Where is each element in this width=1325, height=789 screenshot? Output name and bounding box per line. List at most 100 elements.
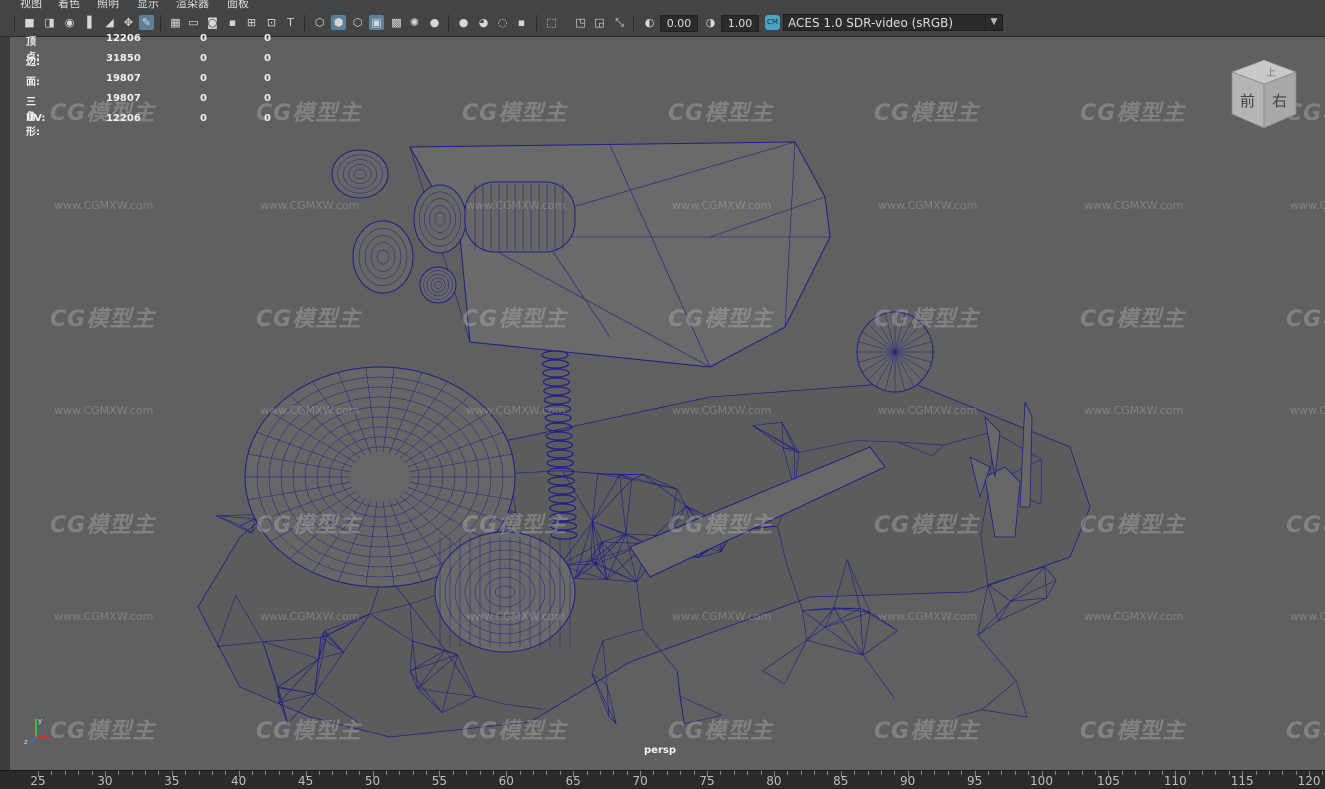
- menu-show[interactable]: 显示: [137, 0, 159, 9]
- xray-joints-icon[interactable]: ◲: [592, 15, 607, 30]
- hud-value: 19807: [106, 73, 141, 84]
- view-cube-top-label: 上: [1266, 67, 1276, 79]
- ruler-tick: [65, 771, 66, 775]
- ruler-tick: [185, 771, 186, 775]
- menu-renderer[interactable]: 渲染器: [176, 0, 209, 9]
- ruler-tick: [105, 771, 106, 777]
- safe-action-icon[interactable]: ⊡: [264, 15, 279, 30]
- menu-lighting[interactable]: 照明: [97, 0, 119, 9]
- bookmark-camera-icon[interactable]: ◉: [62, 15, 77, 30]
- wireframe-icon[interactable]: ⬡: [312, 15, 327, 30]
- ruler-tick: [573, 771, 574, 777]
- color-space-value: ACES 1.0 SDR-video (sRGB): [788, 16, 953, 30]
- watermark-url: www.CGMXW.com: [878, 199, 977, 212]
- color-management-icon[interactable]: CM: [765, 15, 780, 30]
- ruler-tick: [680, 771, 681, 775]
- exposure-icon[interactable]: ◐: [642, 15, 657, 30]
- anti-aliasing-icon[interactable]: ◌: [495, 15, 510, 30]
- watermark-url: www.CGMXW.com: [1084, 404, 1183, 417]
- exposure-field[interactable]: 0.00: [660, 15, 698, 32]
- wireframe-on-shaded-icon[interactable]: ⬡: [350, 15, 365, 30]
- hud-value: 12206: [106, 113, 141, 124]
- screen-space-ao-icon[interactable]: ●: [456, 15, 471, 30]
- xray-icon[interactable]: ◳: [573, 15, 588, 30]
- ruler-tick: [466, 771, 467, 775]
- time-slider-ruler[interactable]: 2530354045505560657075808590951001051101…: [0, 770, 1325, 789]
- smooth-shade-icon[interactable]: ⬢: [331, 15, 346, 30]
- ruler-tick: [1042, 771, 1043, 777]
- watermark-logo: CG模型主: [668, 95, 773, 127]
- film-gate-icon[interactable]: ▭: [186, 15, 201, 30]
- panel-menu-bar: 视图 着色 照明 显示 渲染器 面板: [0, 0, 1325, 9]
- ruler-tick: [587, 771, 588, 775]
- perspective-viewport[interactable]: CG模型主CG模型主CG模型主CG模型主CG模型主CG模型主CG模型主CG模型主…: [10, 37, 1325, 770]
- grease-pencil-icon[interactable]: ✎: [139, 15, 154, 30]
- pipe-left: [332, 150, 388, 198]
- isolate-select-icon[interactable]: ⬚: [544, 15, 559, 30]
- hud-value: 0: [264, 113, 271, 124]
- safe-title-icon[interactable]: T: [283, 15, 298, 30]
- menu-panels[interactable]: 面板: [227, 0, 249, 9]
- axis-y-label: y: [38, 717, 42, 725]
- default-material-icon[interactable]: ▣: [369, 15, 384, 30]
- watermark-url: www.CGMXW.com: [1290, 404, 1325, 417]
- gate-mask-icon[interactable]: ▪: [225, 15, 240, 30]
- color-space-select[interactable]: ACES 1.0 SDR-video (sRGB) ▼: [783, 14, 1003, 31]
- motion-blur-icon[interactable]: ◕: [476, 15, 491, 30]
- menu-shading[interactable]: 着色: [58, 0, 80, 9]
- watermark-url: www.CGMXW.com: [672, 199, 771, 212]
- watermark-url: www.CGMXW.com: [54, 404, 153, 417]
- backface-icon[interactable]: ⤡: [612, 15, 627, 30]
- ruler-tick: [975, 771, 976, 777]
- ruler-tick: [640, 771, 641, 777]
- toolbar-divider: [633, 15, 634, 31]
- shadows-icon[interactable]: ●: [427, 15, 442, 30]
- move-tool-icon[interactable]: ✥: [121, 15, 136, 30]
- watermark-logo: CG模型主: [668, 301, 773, 333]
- ruler-tick: [1229, 771, 1230, 775]
- ruler-tick: [948, 771, 949, 775]
- ruler-tick: [1082, 771, 1083, 775]
- ruler-tick: [694, 771, 695, 775]
- watermark-logo: CG模型主: [256, 507, 361, 539]
- hud-value: 0: [200, 113, 207, 124]
- ruler-tick: [868, 771, 869, 775]
- image-plane-icon[interactable]: ◢: [102, 15, 117, 30]
- watermark-url: www.CGMXW.com: [260, 199, 359, 212]
- ruler-tick: [1095, 771, 1096, 775]
- use-lights-icon[interactable]: ✺: [407, 15, 422, 30]
- textured-icon[interactable]: ▩: [389, 15, 404, 30]
- ruler-tick: [1309, 771, 1310, 777]
- watermark-url: www.CGMXW.com: [878, 610, 977, 623]
- toolbar-divider: [304, 15, 305, 31]
- ruler-tick: [1322, 771, 1323, 775]
- chevron-down-icon[interactable]: ▼: [985, 15, 1002, 30]
- field-chart-icon[interactable]: ⊞: [244, 15, 259, 30]
- pipe-mid: [353, 221, 413, 293]
- ruler-tick: [212, 771, 213, 775]
- watermark-url: www.CGMXW.com: [260, 404, 359, 417]
- depth-of-field-icon[interactable]: ▪: [514, 15, 529, 30]
- ruler-tick: [1242, 771, 1243, 777]
- watermark-url: www.CGMXW.com: [1290, 610, 1325, 623]
- ruler-tick: [653, 771, 654, 775]
- gamma-field[interactable]: 1.00: [721, 15, 759, 32]
- menu-view[interactable]: 视图: [20, 0, 42, 9]
- bookmark-icon[interactable]: ▌: [84, 15, 99, 30]
- watermark-logo: CG模型主: [1080, 95, 1185, 127]
- ruler-tick: [934, 771, 935, 775]
- view-cube[interactable]: 上 前 右: [1230, 58, 1298, 130]
- toolbar-divider: [160, 15, 161, 31]
- gamma-icon[interactable]: ◑: [703, 15, 718, 30]
- ruler-tick: [132, 771, 133, 775]
- grid-icon[interactable]: ▦: [168, 15, 183, 30]
- camera-icon[interactable]: ■: [22, 15, 37, 30]
- hud-value: 12206: [106, 33, 141, 44]
- ruler-tick: [1055, 771, 1056, 775]
- ruler-tick: [145, 771, 146, 775]
- ruler-tick: [1149, 771, 1150, 775]
- camera-attr-icon[interactable]: ◨: [42, 15, 57, 30]
- resolution-gate-icon[interactable]: ◙: [205, 15, 220, 30]
- ruler-tick: [1202, 771, 1203, 775]
- hud-value: 19807: [106, 93, 141, 104]
